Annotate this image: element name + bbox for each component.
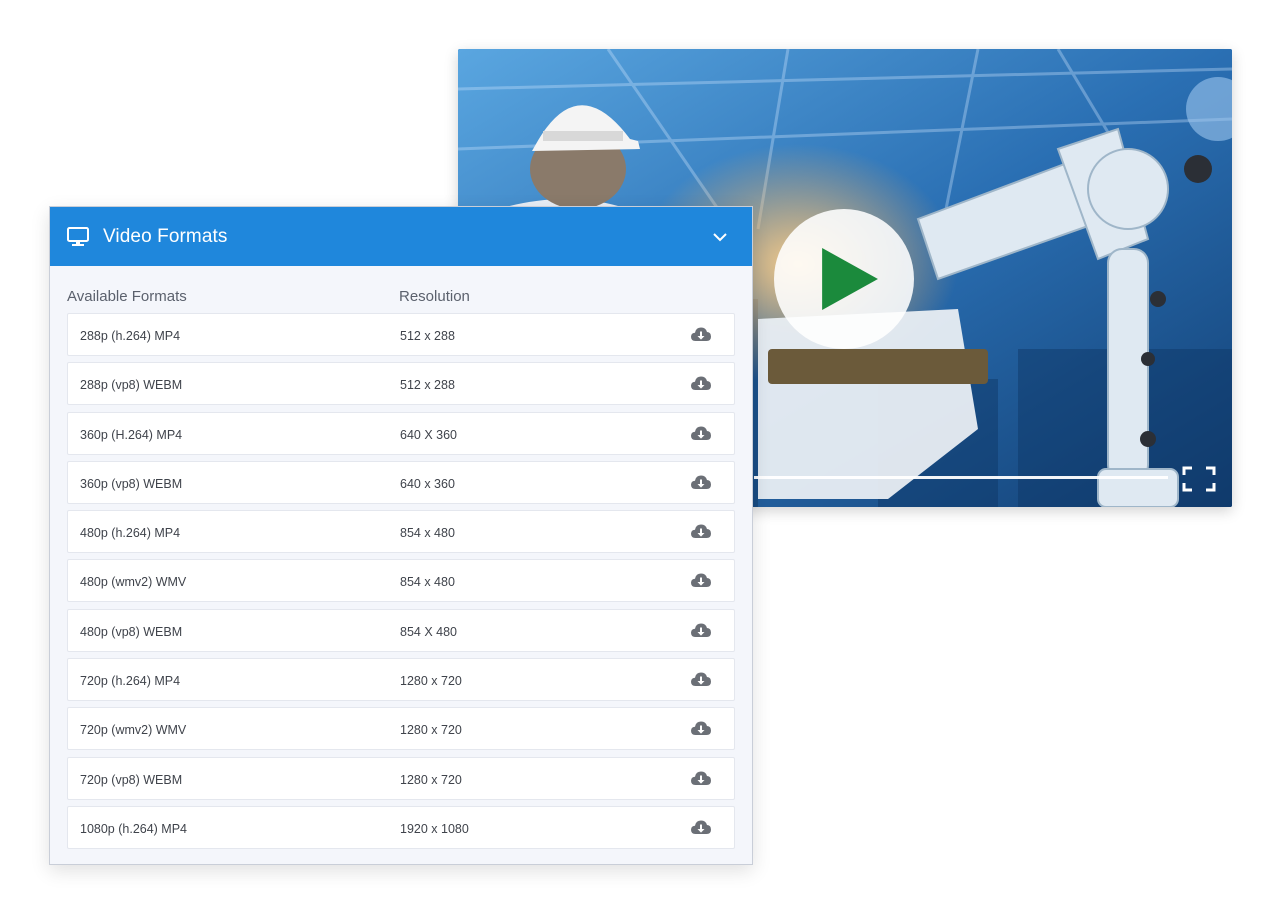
format-resolution: 1920 x 1080 xyxy=(400,821,469,836)
cloud-download-icon[interactable] xyxy=(690,622,712,640)
fullscreen-icon[interactable] xyxy=(1182,466,1216,492)
format-name: 480p (wmv2) WMV xyxy=(80,575,187,590)
format-row: 720p (h.264) MP4 1280 x 720 xyxy=(67,658,735,702)
play-button[interactable] xyxy=(774,209,914,349)
format-name: 288p (vp8) WEBM xyxy=(80,378,183,393)
format-name: 360p (H.264) MP4 xyxy=(80,427,183,442)
video-formats-panel: Video Formats Available Formats Resoluti… xyxy=(49,206,753,865)
column-headers: Available Formats Resolution xyxy=(50,266,752,313)
play-icon xyxy=(822,248,878,310)
format-resolution: 640 X 360 xyxy=(400,427,457,442)
format-name: 1080p (h.264) MP4 xyxy=(80,821,188,836)
format-row: 720p (vp8) WEBM 1280 x 720 xyxy=(67,756,735,800)
format-row: 720p (wmv2) WMV 1280 x 720 xyxy=(67,707,735,751)
cloud-download-icon[interactable] xyxy=(690,671,712,689)
format-row: 360p (vp8) WEBM 640 x 360 xyxy=(67,460,735,504)
cloud-download-icon[interactable] xyxy=(690,572,712,590)
format-resolution: 512 x 288 xyxy=(400,378,455,393)
cloud-download-icon[interactable] xyxy=(690,425,712,443)
format-row: 480p (vp8) WEBM 854 X 480 xyxy=(67,608,735,652)
format-resolution: 512 x 288 xyxy=(400,329,455,343)
cloud-download-icon[interactable] xyxy=(690,326,712,344)
format-row: 480p (h.264) MP4 854 x 480 xyxy=(67,510,735,554)
format-resolution: 640 x 360 xyxy=(400,476,455,491)
cloud-download-icon[interactable] xyxy=(690,375,712,393)
column-header-formats: Available Formats xyxy=(67,288,187,305)
format-name: 720p (h.264) MP4 xyxy=(80,674,181,689)
format-resolution: 1280 x 720 xyxy=(400,772,462,787)
cloud-download-icon[interactable] xyxy=(690,474,712,492)
format-resolution: 854 x 480 xyxy=(400,526,455,541)
cloud-download-icon[interactable] xyxy=(690,720,712,738)
column-header-resolution: Resolution xyxy=(399,288,470,305)
cloud-download-icon[interactable] xyxy=(690,523,712,541)
format-name: 720p (wmv2) WMV xyxy=(80,723,187,738)
monitor-icon xyxy=(67,226,89,246)
format-row: 1080p (h.264) MP4 1920 x 1080 xyxy=(67,805,735,849)
format-name: 480p (vp8) WEBM xyxy=(80,624,183,639)
format-row: 288p (h.264) MP4 512 x 288 xyxy=(67,313,735,356)
format-name: 720p (vp8) WEBM xyxy=(80,772,183,787)
format-resolution: 1280 x 720 xyxy=(400,723,462,738)
format-resolution: 854 X 480 xyxy=(400,624,457,639)
format-row: 360p (H.264) MP4 640 X 360 xyxy=(67,411,735,455)
cloud-download-icon[interactable] xyxy=(690,819,712,837)
chevron-down-icon[interactable] xyxy=(712,232,728,242)
formats-list: 288p (h.264) MP4 512 x 288 288p (vp8) WEBM… xyxy=(50,313,752,849)
format-resolution: 1280 x 720 xyxy=(400,674,462,689)
format-resolution: 854 x 480 xyxy=(400,575,455,590)
panel-header[interactable]: Video Formats xyxy=(50,207,752,266)
format-row: 480p (wmv2) WMV 854 x 480 xyxy=(67,559,735,603)
panel-title: Video Formats xyxy=(103,225,228,247)
progress-bar[interactable] xyxy=(754,476,1168,479)
cloud-download-icon[interactable] xyxy=(690,770,712,788)
format-name: 360p (vp8) WEBM xyxy=(80,476,183,491)
format-name: 288p (h.264) MP4 xyxy=(80,329,181,343)
format-name: 480p (h.264) MP4 xyxy=(80,526,181,541)
format-row: 288p (vp8) WEBM 512 x 288 xyxy=(67,362,735,406)
